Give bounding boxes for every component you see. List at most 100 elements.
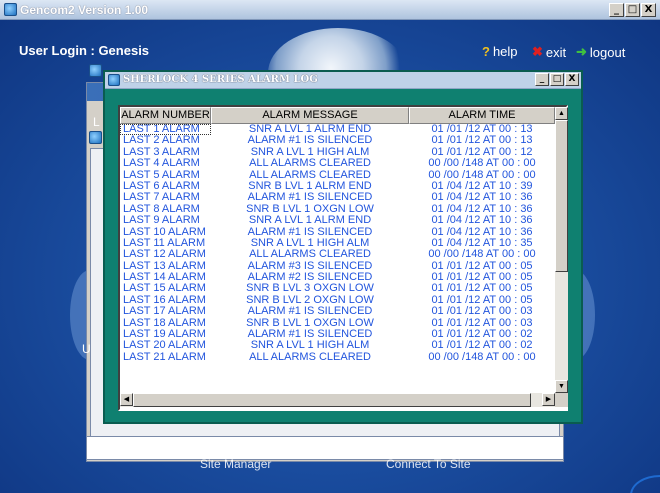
alarm-list-header: ALARM NUMBER ALARM MESSAGE ALARM TIME <box>120 107 555 124</box>
help-link[interactable]: ? help <box>482 44 518 59</box>
alarm-message-cell: ALL ALARMS CLEARED <box>249 249 371 261</box>
alarm-time-cell: 01 /01 /12 AT 00 : 12 <box>431 146 533 158</box>
alarm-message-cell: ALL ALARMS CLEARED <box>249 169 371 181</box>
table-row[interactable]: LAST 4 ALARM ALL ALARMS CLEARED 00 /00 /14… <box>120 158 555 169</box>
alarm-message-cell: SNR A LVL 1 HIGH ALM <box>250 340 370 352</box>
table-row[interactable]: LAST 10 ALARM ALARM #1 IS SILENCED 01 /04 … <box>120 227 555 238</box>
help-icon: ? <box>482 44 490 59</box>
alarm-maximize-button[interactable]: □ <box>550 73 564 86</box>
alarm-list-rows: LAST 1 ALARM SNR A LVL 1 ALRM END 01 /01 /… <box>120 124 555 393</box>
column-header-alarm-number[interactable]: ALARM NUMBER <box>120 107 211 124</box>
alarm-number-cell: LAST 11 ALARM <box>123 237 206 249</box>
alarm-number-cell: LAST 12 ALARM <box>123 249 206 261</box>
alarm-time-cell: 01 /01 /12 AT 00 : 05 <box>431 283 533 295</box>
app-icon <box>4 3 17 16</box>
alarm-number-cell: LAST 16 ALARM <box>123 294 206 306</box>
alarm-number-cell: LAST 10 ALARM <box>123 226 206 238</box>
scroll-left-arrow-icon[interactable]: ◀ <box>120 393 133 406</box>
alarm-log-window: SHERLOCK 4 SERIES ALARM LOG _ □ X ALARM … <box>103 70 583 424</box>
table-row[interactable]: LAST 20 ALARM SNR A LVL 1 HIGH ALM 01 /01 … <box>120 340 555 351</box>
alarm-message-cell: SNR B LVL 1 OXGN LOW <box>246 317 374 329</box>
alarm-message-cell: SNR A LVL 1 HIGH ALM <box>250 146 370 158</box>
vertical-scroll-thumb[interactable] <box>555 120 568 272</box>
alarm-number-cell: LAST 15 ALARM <box>123 283 206 295</box>
alarm-message-cell: ALARM #3 IS SILENCED <box>247 260 373 272</box>
table-row[interactable]: LAST 9 ALARM SNR A LVL 1 ALRM END 01 /04 /… <box>120 215 555 226</box>
alarm-number-cell: LAST 19 ALARM <box>123 329 206 341</box>
alarm-message-cell: SNR A LVL 1 HIGH ALM <box>250 237 370 249</box>
alarm-message-cell: ALL ALARMS CLEARED <box>249 158 371 170</box>
alarm-number-cell: LAST 9 ALARM <box>123 215 200 227</box>
alarm-time-cell: 00 /00 /148 AT 00 : 00 <box>428 158 536 170</box>
scrollbar-corner <box>555 393 568 407</box>
logout-icon: ➜ <box>576 44 587 59</box>
alarm-time-cell: 01 /04 /12 AT 10 : 36 <box>431 192 533 204</box>
connect-to-site-button[interactable]: Connect To Site <box>386 457 471 471</box>
app-close-button[interactable]: X <box>641 3 656 17</box>
alarm-number-cell: LAST 6 ALARM <box>123 180 200 192</box>
table-row[interactable]: LAST 6 ALARM SNR B LVL 1 ALRM END 01 /04 /… <box>120 181 555 192</box>
alarm-message-cell: SNR B LVL 1 ALRM END <box>248 180 372 192</box>
alarm-minimize-button[interactable]: _ <box>535 73 549 86</box>
alarm-message-cell: ALARM #1 IS SILENCED <box>247 329 373 341</box>
window-icon <box>89 64 102 77</box>
table-row[interactable]: LAST 19 ALARM ALARM #1 IS SILENCED 01 /01 … <box>120 329 555 340</box>
scroll-up-arrow-icon[interactable]: ▲ <box>555 107 568 120</box>
alarm-window-icon <box>108 74 120 86</box>
alarm-close-button[interactable]: X <box>565 73 579 86</box>
table-row[interactable]: LAST 11 ALARM SNR A LVL 1 HIGH ALM 01 /04 … <box>120 238 555 249</box>
alarm-message-cell: ALARM #2 IS SILENCED <box>247 272 373 284</box>
alarm-log-titlebar: SHERLOCK 4 SERIES ALARM LOG _ □ X <box>105 72 581 89</box>
alarm-window-controls: _ □ X <box>535 73 579 86</box>
table-row[interactable]: LAST 3 ALARM SNR A LVL 1 HIGH ALM 01 /01 /… <box>120 147 555 158</box>
alarm-time-cell: 00 /00 /148 AT 00 : 00 <box>428 249 536 261</box>
app-minimize-button[interactable]: _ <box>609 3 624 17</box>
table-row[interactable]: LAST 21 ALARM ALL ALARMS CLEARED 00 /00 /1… <box>120 352 555 363</box>
alarm-time-cell: 01 /01 /12 AT 00 : 03 <box>431 317 533 329</box>
table-row[interactable]: LAST 17 ALARM ALARM #1 IS SILENCED 01 /01 … <box>120 306 555 317</box>
alarm-number-cell: LAST 17 ALARM <box>123 306 206 318</box>
alarm-message-cell: SNR B LVL 3 OXGN LOW <box>246 283 374 295</box>
table-row[interactable]: LAST 14 ALARM ALARM #2 IS SILENCED 01 /01 … <box>120 272 555 283</box>
column-header-alarm-time[interactable]: ALARM TIME <box>409 107 555 124</box>
exit-link[interactable]: ✖ exit <box>532 44 566 60</box>
table-row[interactable]: LAST 18 ALARM SNR B LVL 1 OXGN LOW 01 /01 … <box>120 318 555 329</box>
logout-link[interactable]: ➜ logout <box>576 44 625 60</box>
app-maximize-button[interactable]: □ <box>625 3 640 17</box>
table-row[interactable]: LAST 2 ALARM ALARM #1 IS SILENCED 01 /01 /… <box>120 135 555 146</box>
alarm-time-cell: 00 /00 /148 AT 00 : 00 <box>428 351 536 363</box>
vertical-scrollbar[interactable]: ▲ ▼ <box>555 107 568 393</box>
alarm-list-view[interactable]: ALARM NUMBER ALARM MESSAGE ALARM TIME LA… <box>118 105 568 411</box>
table-row[interactable]: LAST 1 ALARM SNR A LVL 1 ALRM END 01 /01 /… <box>120 124 555 136</box>
exit-label: exit <box>545 44 567 60</box>
side-letter: U <box>82 342 91 356</box>
alarm-number-cell: LAST 5 ALARM <box>123 169 200 181</box>
alarm-time-cell: 01 /01 /12 AT 00 : 03 <box>431 306 533 318</box>
alarm-message-cell: SNR B LVL 1 OXGN LOW <box>246 203 374 215</box>
table-row[interactable]: LAST 5 ALARM ALL ALARMS CLEARED 00 /00 /14… <box>120 170 555 181</box>
corner-swirl-graphic <box>630 475 660 493</box>
table-row[interactable]: LAST 8 ALARM SNR B LVL 1 OXGN LOW 01 /04 /… <box>120 204 555 215</box>
table-row[interactable]: LAST 13 ALARM ALARM #3 IS SILENCED 01 /01 … <box>120 261 555 272</box>
table-row[interactable]: LAST 15 ALARM SNR B LVL 3 OXGN LOW 01 /01 … <box>120 283 555 294</box>
alarm-number-cell: LAST 1 ALARM <box>120 124 211 136</box>
site-manager-button[interactable]: Site Manager <box>200 457 271 471</box>
alarm-number-cell: LAST 20 ALARM <box>123 340 206 352</box>
side-letter: L <box>93 115 100 129</box>
horizontal-scroll-thumb[interactable] <box>133 393 531 407</box>
app-titlebar: Gencom2 Version 1.00 _ □ X <box>0 0 660 20</box>
alarm-time-cell: 01 /01 /12 AT 00 : 13 <box>431 124 533 135</box>
table-row[interactable]: LAST 16 ALARM SNR B LVL 2 OXGN LOW 01 /01 … <box>120 295 555 306</box>
scroll-down-arrow-icon[interactable]: ▼ <box>555 380 568 393</box>
alarm-message-cell: ALL ALARMS CLEARED <box>249 351 371 363</box>
user-login-label: User Login : Genesis <box>19 43 150 58</box>
horizontal-scrollbar[interactable]: ◀ ▶ <box>120 393 555 407</box>
app-title: Gencom2 Version 1.00 <box>20 3 149 17</box>
alarm-time-cell: 01 /04 /12 AT 10 : 35 <box>431 237 533 249</box>
scroll-right-arrow-icon[interactable]: ▶ <box>542 393 555 406</box>
table-row[interactable]: LAST 12 ALARM ALL ALARMS CLEARED 00 /00 /1… <box>120 249 555 260</box>
table-row[interactable]: LAST 7 ALARM ALARM #1 IS SILENCED 01 /04 /… <box>120 192 555 203</box>
column-header-alarm-message[interactable]: ALARM MESSAGE <box>211 107 409 124</box>
alarm-number-cell: LAST 13 ALARM <box>123 260 206 272</box>
alarm-number-cell: LAST 7 ALARM <box>123 192 200 204</box>
